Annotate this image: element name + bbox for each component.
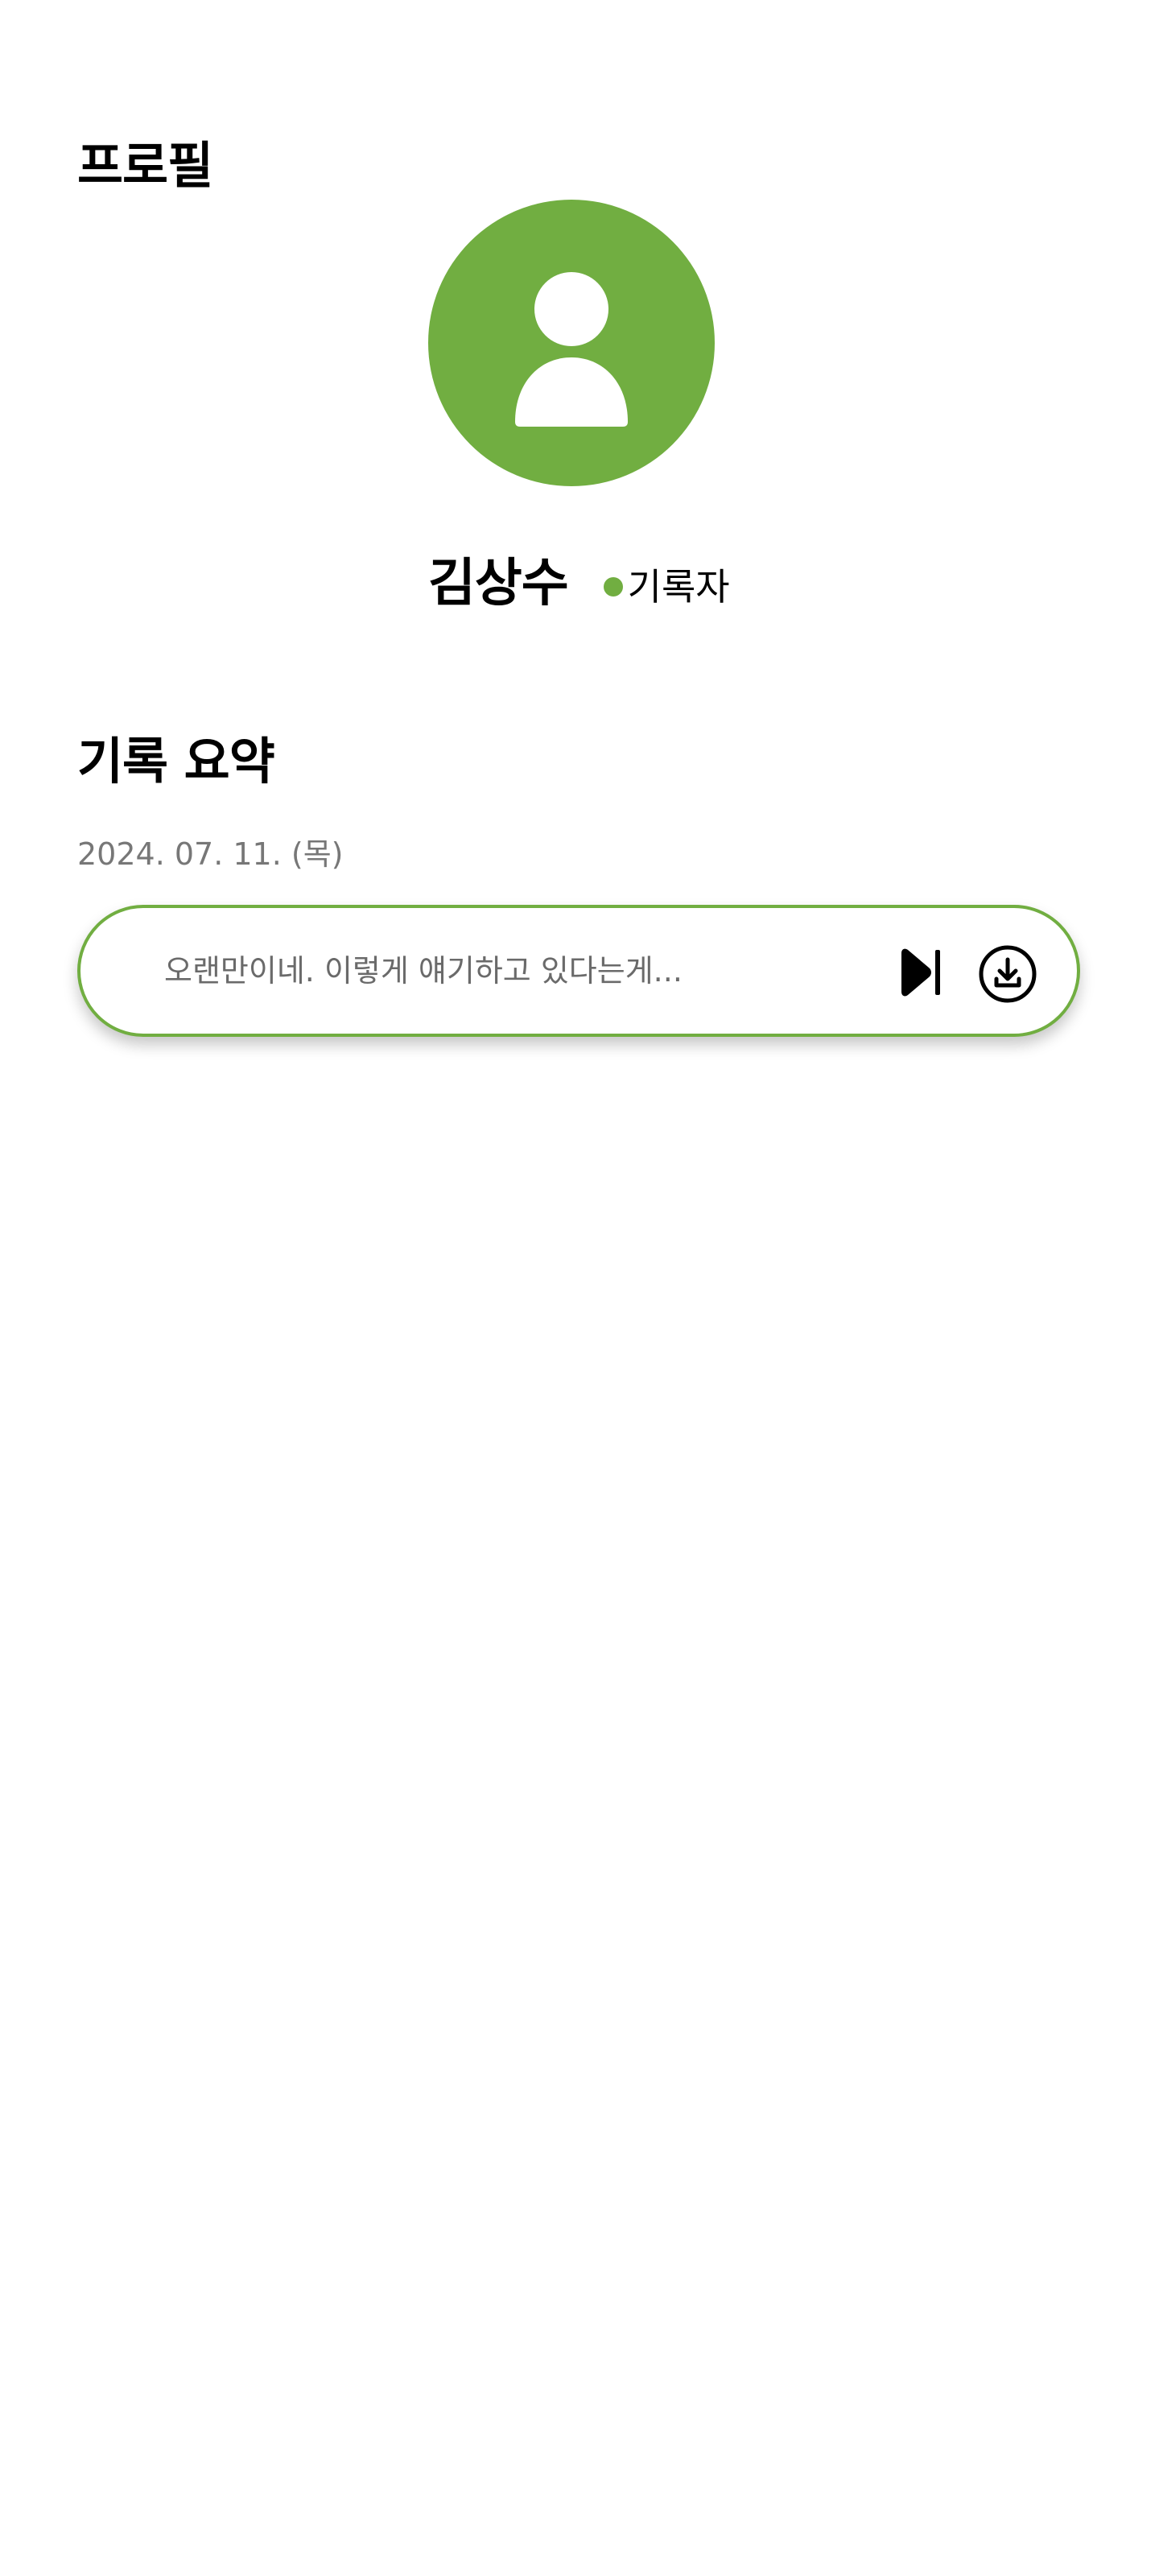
download-icon xyxy=(979,945,1037,1003)
role-badge: 기록자 xyxy=(603,563,730,611)
avatar xyxy=(428,200,715,486)
profile-screen: 프로필 김상수 기록자 기록 요약 2024. 07. 11. (목) 오랜만이… xyxy=(0,0,1159,2576)
status-dot-icon xyxy=(603,577,623,597)
profile-name: 김상수 xyxy=(428,554,569,613)
play-next-icon xyxy=(901,948,940,997)
user-icon xyxy=(515,272,628,427)
role-label: 기록자 xyxy=(627,565,730,609)
play-next-button[interactable] xyxy=(893,947,945,998)
profile-info: 김상수 기록자 xyxy=(428,547,730,620)
record-item[interactable]: 오랜만이네. 이렇게 얘기하고 있다는게... xyxy=(77,905,1080,1037)
page-title: 프로필 xyxy=(77,136,213,195)
record-date: 2024. 07. 11. (목) xyxy=(77,836,344,872)
download-button[interactable] xyxy=(977,943,1038,1005)
section-title: 기록 요약 xyxy=(77,732,275,791)
record-preview-text: 오랜만이네. 이렇게 얘기하고 있다는게... xyxy=(164,953,683,989)
